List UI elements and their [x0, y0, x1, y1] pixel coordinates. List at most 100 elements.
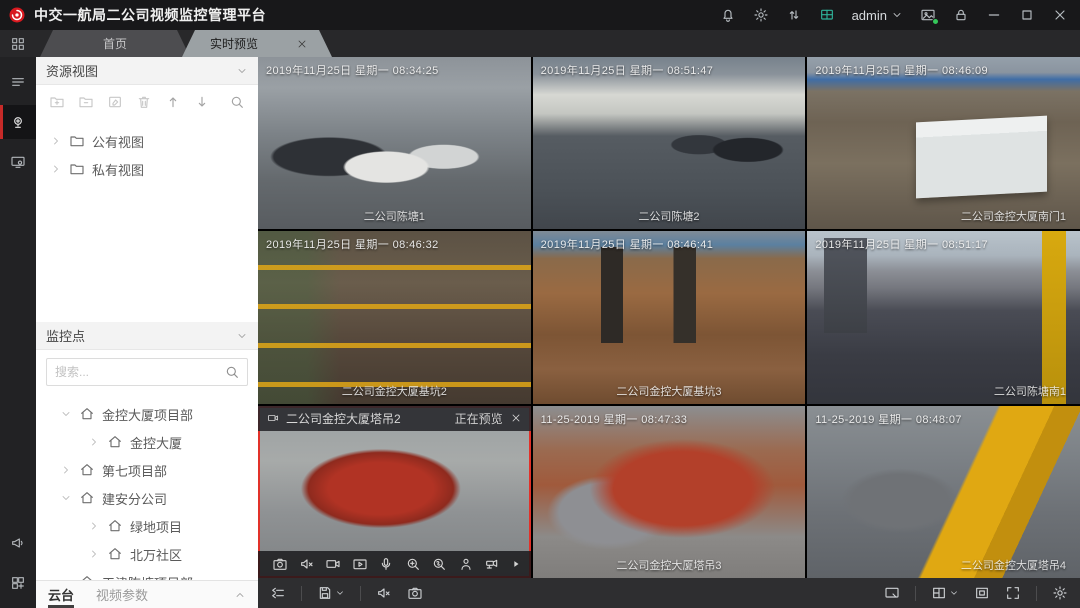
minimize-button[interactable] — [986, 7, 1002, 23]
app-logo — [8, 6, 26, 24]
layout-select-button[interactable] — [931, 585, 959, 601]
add-view-icon[interactable] — [49, 94, 65, 110]
close-preview-icon[interactable] — [510, 412, 522, 424]
instant-playback-icon[interactable] — [352, 556, 368, 572]
active-camera-name: 二公司金控大厦塔吊2 — [286, 410, 401, 427]
search-icon[interactable] — [224, 364, 240, 380]
live-preview-nav-button[interactable] — [0, 105, 36, 139]
delete-view-icon[interactable] — [136, 94, 152, 110]
home-icon — [79, 490, 95, 506]
move-up-icon[interactable] — [165, 94, 181, 110]
settings-button[interactable] — [753, 7, 769, 23]
add-video-wall-button[interactable] — [0, 566, 36, 600]
lock-button[interactable] — [953, 7, 969, 23]
tab-ptz[interactable]: 云台 — [48, 581, 74, 608]
mute-icon[interactable] — [299, 556, 315, 572]
video-cell-8[interactable]: 11-25-2019 星期一 08:47:33 二公司金控大厦塔吊3 — [533, 406, 806, 578]
move-down-icon[interactable] — [194, 94, 210, 110]
more-tools-icon[interactable] — [511, 559, 521, 569]
save-icon — [317, 585, 333, 601]
zoom-3d-icon[interactable] — [431, 556, 447, 572]
camera-name-overlay: 二公司陈塘2 — [533, 208, 806, 224]
video-cell-4[interactable]: 2019年11月25日 星期一 08:46:32 二公司金控大厦基坑2 — [258, 231, 531, 403]
maximize-button[interactable] — [1019, 7, 1035, 23]
tree-item-label: 天津陈塘项目部 — [102, 573, 193, 581]
add-group-icon[interactable] — [78, 94, 94, 110]
broadcast-button[interactable] — [0, 526, 36, 560]
playback-nav-button[interactable] — [0, 145, 36, 179]
tree-item-project[interactable]: 建安分公司 — [36, 484, 258, 512]
close-all-icon[interactable] — [884, 585, 900, 601]
tree-item-label: 建安分公司 — [102, 489, 167, 508]
chevron-right-icon[interactable] — [60, 464, 72, 476]
tree-item-project[interactable]: 金控大厦项目部 — [36, 400, 258, 428]
one-to-one-icon[interactable] — [974, 585, 990, 601]
mute-all-icon[interactable] — [376, 585, 392, 601]
preset-icon[interactable] — [458, 556, 474, 572]
video-cell-3[interactable]: 2019年11月25日 星期一 08:46:09 二公司金控大厦南门1 — [807, 57, 1080, 229]
application-window: 中交一航局二公司视频监控管理平台 admin 首页 实时预览 — [0, 0, 1080, 608]
stream-transfer-button[interactable] — [786, 7, 802, 23]
timestamp-overlay: 2019年11月25日 星期一 08:51:17 — [815, 236, 988, 252]
chevron-right-icon[interactable] — [88, 548, 100, 560]
main-menu-button[interactable] — [0, 65, 36, 99]
chevron-right-icon[interactable] — [88, 436, 100, 448]
digital-zoom-icon[interactable] — [405, 556, 421, 572]
monitor-tree: 金控大厦项目部 金控大厦 第七项目部 建安分公司 — [36, 394, 258, 580]
save-view-button[interactable] — [317, 585, 345, 601]
talk-icon[interactable] — [378, 556, 394, 572]
camera-name-overlay: 二公司金控大厦基坑3 — [533, 383, 806, 399]
camera-icon — [10, 114, 26, 130]
video-cell-5[interactable]: 2019年11月25日 星期一 08:46:41 二公司金控大厦基坑3 — [533, 231, 806, 403]
close-window-button[interactable] — [1052, 7, 1068, 23]
tree-item-public-views[interactable]: 公有视图 — [36, 127, 258, 155]
record-icon[interactable] — [325, 556, 341, 572]
tree-item-project[interactable]: 第七项目部 — [36, 456, 258, 484]
video-cell-9[interactable]: 11-25-2019 星期一 08:48:07 二公司金控大厦塔吊4 — [807, 406, 1080, 578]
video-cell-1[interactable]: 2019年11月25日 星期一 08:34:25 二公司陈塘1 — [258, 57, 531, 229]
resource-tree: 公有视图 私有视图 — [36, 119, 258, 322]
sidebar-bottom-tabs: 云台 视频参数 — [36, 580, 258, 608]
tab-home[interactable]: 首页 — [40, 30, 190, 57]
tab-close-icon[interactable] — [296, 38, 308, 50]
tab-live-preview[interactable]: 实时预览 — [182, 30, 332, 57]
video-cell-7-active[interactable]: 二公司金控大厦塔吊2 正在预览 — [258, 406, 531, 578]
chevron-down-icon[interactable] — [60, 408, 72, 420]
tree-item-private-views[interactable]: 私有视图 — [36, 155, 258, 183]
active-cell-header: 二公司金控大厦塔吊2 正在预览 — [258, 406, 531, 431]
left-icon-strip — [0, 57, 36, 608]
tree-item-project[interactable]: 绿地项目 — [36, 512, 258, 540]
tab-video-params[interactable]: 视频参数 — [96, 581, 148, 608]
chevron-right-icon[interactable] — [50, 135, 62, 147]
snapshot-all-icon[interactable] — [407, 585, 423, 601]
resource-view-header[interactable]: 资源视图 — [36, 57, 258, 85]
settings-icon[interactable] — [1052, 585, 1068, 601]
tree-item-project[interactable]: 北万社区 — [36, 540, 258, 568]
video-wall-icon[interactable] — [819, 7, 835, 23]
notifications-button[interactable] — [720, 7, 736, 23]
video-cell-2[interactable]: 2019年11月25日 星期一 08:51:47 二公司陈塘2 — [533, 57, 806, 229]
fullscreen-icon[interactable] — [1005, 585, 1021, 601]
edit-view-icon[interactable] — [107, 94, 123, 110]
chevron-down-icon — [236, 65, 248, 77]
search-icon[interactable] — [229, 94, 245, 110]
ptz-control-icon[interactable] — [484, 556, 500, 572]
chevron-right-icon[interactable] — [50, 163, 62, 175]
chevron-right-icon[interactable] — [88, 520, 100, 532]
search-input[interactable] — [46, 358, 248, 386]
chevron-down-icon[interactable] — [60, 492, 72, 504]
tree-item-project[interactable]: 金控大厦 — [36, 428, 258, 456]
snapshot-icon[interactable] — [272, 556, 288, 572]
chevron-up-icon[interactable] — [234, 589, 246, 601]
monitor-points-header[interactable]: 监控点 — [36, 322, 258, 350]
camera-name-overlay: 二公司陈塘1 — [258, 208, 531, 224]
user-menu[interactable]: admin — [852, 8, 903, 23]
apps-grid-button[interactable] — [0, 30, 36, 57]
title-bar: 中交一航局二公司视频监控管理平台 admin — [0, 0, 1080, 30]
tree-item-label: 北万社区 — [130, 545, 182, 564]
video-cell-6[interactable]: 2019年11月25日 星期一 08:51:17 二公司陈塘南1 — [807, 231, 1080, 403]
collapse-panel-icon[interactable] — [270, 585, 286, 601]
screenshot-status-button[interactable] — [920, 7, 936, 23]
main-content: 2019年11月25日 星期一 08:34:25 二公司陈塘1 2019年11月… — [258, 57, 1080, 608]
tree-item-project[interactable]: 天津陈塘项目部 — [36, 568, 258, 580]
